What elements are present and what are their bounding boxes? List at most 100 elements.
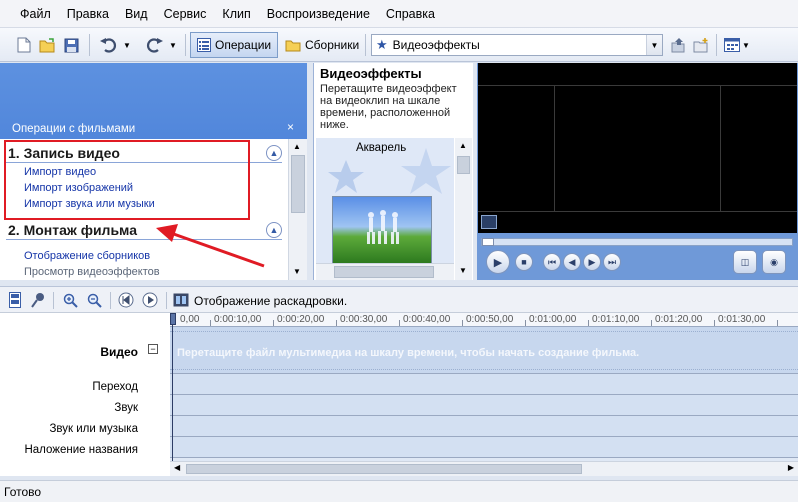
tasks-scrollbar[interactable]: ▲ ▼ xyxy=(288,139,307,280)
effects-hscrollbar[interactable] xyxy=(316,263,454,280)
grid-view-icon xyxy=(724,38,741,52)
video-track[interactable]: Перетащите файл мультимедиа на шкалу вре… xyxy=(170,327,798,374)
ruler-tick: 0:01:10,00 xyxy=(592,314,640,325)
annotation-arrow-icon xyxy=(156,224,265,268)
ruler-tick: 0:01:30,00 xyxy=(718,314,766,325)
timeline-ruler[interactable]: 0,00 0:00:10,00 0:00:20,00 0:00:30,00 0:… xyxy=(170,313,798,327)
section-edit-title[interactable]: 2. Монтаж фильма xyxy=(8,222,137,238)
preview-screen xyxy=(478,63,797,233)
collection-select[interactable]: ★ Видеоэффекты ▼ xyxy=(371,34,663,56)
playhead-handle[interactable] xyxy=(170,313,176,325)
redo-button[interactable] xyxy=(142,34,166,56)
star-effects-icon: ★ xyxy=(376,37,388,52)
effect-thumbnail[interactable] xyxy=(332,196,432,264)
menu-edit[interactable]: Правка xyxy=(59,0,117,28)
music-track[interactable] xyxy=(170,416,798,437)
previous-frame-icon[interactable]: ⏮ xyxy=(543,253,561,271)
collapse-track-icon[interactable]: − xyxy=(148,344,158,354)
chevron-down-icon: ▼ xyxy=(742,40,750,50)
effects-scrollbar[interactable]: ▲ ▼ xyxy=(455,138,472,280)
open-folder-icon xyxy=(39,37,54,52)
collections-toggle-label: Сборники xyxy=(305,38,360,52)
title-overlay-track[interactable] xyxy=(170,437,798,458)
split-clip-icon[interactable]: ◫ xyxy=(733,250,757,274)
ruler-tick: 0:00:40,00 xyxy=(403,314,451,325)
new-collection-button[interactable] xyxy=(691,34,711,56)
status-bar: Готово xyxy=(0,480,798,502)
narrate-microphone-icon[interactable] xyxy=(30,292,46,308)
tasks-toggle-button[interactable]: Операции xyxy=(190,32,279,58)
stop-icon[interactable]: ■ xyxy=(515,253,533,271)
forward-icon[interactable]: ▶ xyxy=(583,253,601,271)
timeline-tracks: Перетащите файл мультимедиа на шкалу вре… xyxy=(170,327,798,461)
scroll-left-icon[interactable]: ◀ xyxy=(174,463,180,472)
show-collections-link[interactable]: Отображение сборников xyxy=(24,250,150,262)
save-disk-icon xyxy=(64,38,78,52)
collections-toggle-button[interactable]: Сборники xyxy=(278,32,366,58)
effects-pane-title: Видеоэффекты xyxy=(320,66,422,81)
view-options-button[interactable]: ▼ xyxy=(722,34,752,56)
storyboard-view-label[interactable]: Отображение раскадровки. xyxy=(194,294,347,308)
highlight-frame xyxy=(4,140,250,220)
fullscreen-icon[interactable] xyxy=(481,215,497,229)
title-overlay-track-label: Наложение названия xyxy=(24,444,138,456)
seek-handle[interactable] xyxy=(482,238,494,246)
play-icon[interactable]: ▶ xyxy=(486,250,510,274)
collapse-section-icon[interactable]: ▲ xyxy=(266,145,282,161)
new-folder-icon xyxy=(693,38,708,53)
chevron-down-icon[interactable]: ▼ xyxy=(646,35,662,55)
new-file-icon xyxy=(17,37,31,53)
seek-bar[interactable] xyxy=(481,238,793,246)
audio-track[interactable] xyxy=(170,395,798,416)
menu-help[interactable]: Справка xyxy=(378,0,443,28)
tasks-pane-header: Операции с фильмами xyxy=(12,123,136,135)
scroll-right-icon[interactable]: ▶ xyxy=(788,463,794,472)
timeline-hscrollbar[interactable]: ◀ ▶ xyxy=(170,461,798,476)
chevron-down-icon: ▼ xyxy=(123,40,131,50)
menu-view[interactable]: Вид xyxy=(117,0,156,28)
new-project-button[interactable] xyxy=(14,34,34,56)
undo-button[interactable] xyxy=(97,34,121,56)
scroll-up-icon[interactable]: ▲ xyxy=(459,141,467,150)
collection-up-button[interactable] xyxy=(668,34,688,56)
scroll-down-icon[interactable]: ▼ xyxy=(459,266,467,275)
redo-dropdown-button[interactable]: ▼ xyxy=(168,34,178,56)
view-video-effects-link[interactable]: Просмотр видеоэффектов xyxy=(24,266,160,278)
rewind-timeline-icon[interactable] xyxy=(118,292,134,308)
filmstrip-icon[interactable] xyxy=(173,292,189,308)
close-icon[interactable]: × xyxy=(287,120,294,134)
menu-playback[interactable]: Воспроизведение xyxy=(259,0,378,28)
menu-clip[interactable]: Клип xyxy=(214,0,258,28)
undo-dropdown-button[interactable]: ▼ xyxy=(122,34,132,56)
collection-select-value: Видеоэффекты xyxy=(392,38,480,52)
ruler-tick: 0:01:20,00 xyxy=(655,314,703,325)
zoom-in-icon[interactable] xyxy=(62,292,78,308)
tasks-toggle-label: Операции xyxy=(215,38,272,52)
save-project-button[interactable] xyxy=(61,34,81,56)
video-track-label: Видео xyxy=(100,345,138,359)
redo-icon xyxy=(146,38,163,53)
scroll-up-icon[interactable]: ▲ xyxy=(293,142,301,151)
ruler-tick: 0:00:30,00 xyxy=(340,314,388,325)
take-picture-icon[interactable]: ◉ xyxy=(762,250,786,274)
next-frame-icon[interactable]: ⏭ xyxy=(603,253,621,271)
open-project-button[interactable] xyxy=(37,34,57,56)
collections-folder-icon xyxy=(285,40,301,51)
timeline-toolbar: Отображение раскадровки. xyxy=(0,286,798,313)
menu-file[interactable]: Файл xyxy=(12,0,59,28)
audio-track-label: Звук xyxy=(114,402,138,414)
transition-track[interactable] xyxy=(170,374,798,395)
play-timeline-icon[interactable] xyxy=(142,292,158,308)
tasks-list-icon xyxy=(197,38,211,52)
scroll-down-icon[interactable]: ▼ xyxy=(293,267,301,276)
zoom-out-icon[interactable] xyxy=(86,292,102,308)
storyboard-toggle-icon[interactable] xyxy=(7,292,23,308)
menu-tools[interactable]: Сервис xyxy=(156,0,215,28)
dancers-image xyxy=(367,210,399,244)
effects-gallery: Акварель xyxy=(316,138,454,280)
playhead[interactable] xyxy=(170,313,176,461)
playback-controls: ▶ ■ ⏮ ◀ ▶ ⏭ ◫ ◉ xyxy=(477,248,798,278)
timeline-track-labels: Видео − Переход Звук Звук или музыка Нал… xyxy=(0,313,170,476)
effect-name: Акварель xyxy=(356,142,407,154)
rewind-icon[interactable]: ◀ xyxy=(563,253,581,271)
